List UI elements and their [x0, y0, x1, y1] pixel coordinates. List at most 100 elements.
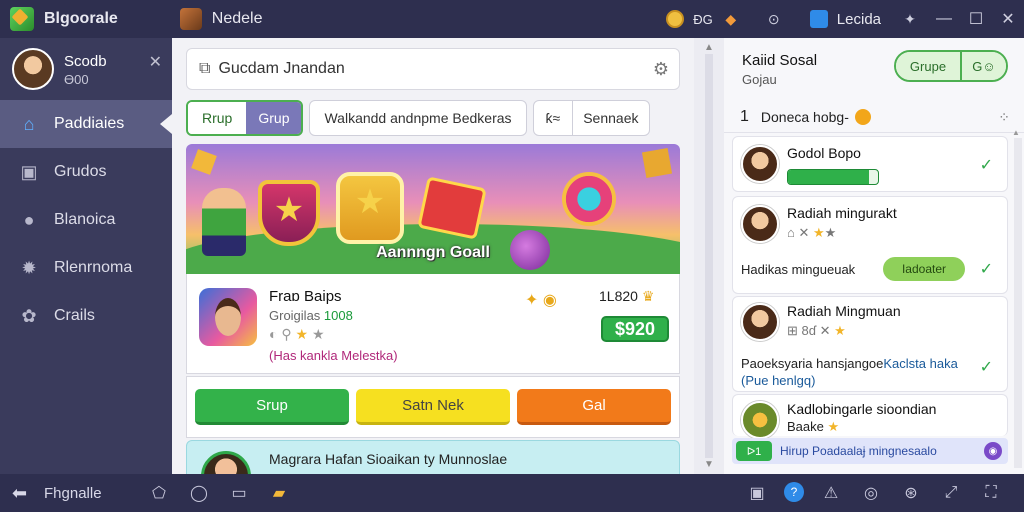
promo-banner[interactable]: Aannngn Goall: [186, 144, 680, 274]
check-icon[interactable]: ✓: [980, 357, 993, 377]
diamond-icon[interactable]: ◆: [720, 8, 742, 30]
close-icon[interactable]: ✕: [992, 0, 1024, 38]
back-label[interactable]: Fhgnalle: [44, 485, 102, 502]
avatar: [741, 401, 779, 439]
chip-toggle[interactable]: Rrup Grup: [186, 100, 304, 136]
sidebar-item-paddiaies[interactable]: ⌂ Paddiaies: [0, 100, 172, 148]
avatar[interactable]: [12, 48, 54, 90]
tab2-title[interactable]: Lecida: [837, 11, 881, 28]
chat-icon: ●: [23, 209, 35, 230]
rocket-icon: [562, 172, 616, 226]
image-icon: ⧉: [199, 60, 211, 77]
info-icon[interactable]: ◉: [984, 442, 1002, 460]
gear-icon[interactable]: ⚙: [653, 59, 669, 80]
price-button[interactable]: $920: [601, 316, 669, 342]
chip-split[interactable]: ƙ≈ Sennaek: [532, 100, 650, 136]
back-icon[interactable]: ⬅: [12, 483, 36, 504]
game-thumbnail[interactable]: [199, 288, 257, 346]
panel-scrollbar[interactable]: ▲: [1012, 128, 1022, 468]
promo-text: Magrara Hafan Sioaikan ty Munnoslae: [269, 451, 508, 467]
fullscreen-icon[interactable]: ⛶: [978, 482, 1004, 504]
panel-subtitle: Gojau: [742, 72, 777, 87]
screen-icon[interactable]: ▣: [744, 482, 770, 504]
minimize-icon[interactable]: —: [928, 0, 960, 38]
list-item[interactable]: Radiah mingurakt ⌂ ✕ ★★ Hadikas mingueua…: [732, 196, 1008, 294]
title-bar: Blgoorale Nedele ÐG ◆ ⊙ Lecida ✦ — ☐ ✕: [0, 0, 1024, 38]
item-name: Kadlobingarle sioondian: [787, 401, 937, 417]
scroll-down-icon[interactable]: ▼: [694, 459, 724, 470]
list-item[interactable]: Godol Bopo ✓: [732, 136, 1008, 192]
footer-tag[interactable]: ᐅ1: [736, 441, 772, 461]
chip-split-icon: ƙ≈: [534, 101, 574, 135]
check-icon[interactable]: ✓: [980, 155, 993, 175]
banner-label: Aannngn Goall: [376, 244, 490, 261]
group-toggle[interactable]: Grupe G ☺: [894, 50, 1008, 82]
options-icon[interactable]: ⁘: [998, 109, 1010, 126]
sidebar-item-rlenrnoma[interactable]: ✹ Rlenrnoma: [0, 244, 172, 292]
scroll-up-icon[interactable]: ▲: [694, 42, 724, 53]
header-text: Doneca hobg-: [760, 109, 849, 125]
item-name: Radiah Mingmuan: [787, 303, 901, 319]
list-item[interactable]: Radiah Mingmuan ⊞ 8ɗ ✕ ★ Paoeksyaria han…: [732, 296, 1008, 392]
help-icon[interactable]: ?: [784, 482, 804, 502]
cube-icon: [191, 149, 217, 175]
maximize-icon[interactable]: ☐: [960, 0, 992, 38]
sidebar-item-label: Grudos: [54, 163, 107, 180]
blue-square-icon[interactable]: [808, 8, 830, 30]
status-pill[interactable]: Iadoater: [883, 257, 965, 281]
sidebar-item-crails[interactable]: ✿ Crails: [0, 292, 172, 340]
chip-grup[interactable]: Grup: [246, 102, 302, 134]
resize-icon[interactable]: ⤢: [938, 482, 964, 504]
coin-icon[interactable]: [664, 8, 686, 30]
sidebar-item-label: Paddiaies: [54, 115, 125, 132]
promo-card[interactable]: Magrara Hafan Sioaikan ty Munnoslae: [186, 440, 680, 474]
home-icon: ⌂: [23, 113, 35, 134]
chip-wide[interactable]: Walkandd andnpme Bedkeras: [309, 100, 527, 136]
game-tab-title[interactable]: Nedele: [212, 10, 263, 28]
close-icon[interactable]: ✕: [149, 52, 162, 72]
folder-icon[interactable]: ▭: [226, 482, 252, 504]
sidebar: Scodb Ɵ00 ✕ ⌂ Paddiaies ▣ Grudos ● Blano…: [0, 38, 172, 474]
group-button[interactable]: Grupe: [896, 52, 962, 80]
satn-nek-button[interactable]: Satn Nek: [356, 389, 510, 425]
chip-rrup[interactable]: Rrup: [188, 102, 247, 134]
smile-icon: [854, 109, 871, 125]
settings-icon[interactable]: ⊛: [898, 482, 924, 504]
scroll-up-icon[interactable]: ▲: [1012, 128, 1020, 137]
coin-text: ÐG: [693, 11, 713, 27]
list-item[interactable]: Kadlobingarle sioondian Baake ★: [732, 394, 1008, 439]
profile[interactable]: Scodb Ɵ00 ✕: [0, 38, 172, 100]
puzzle-icon[interactable]: ✦: [899, 8, 921, 30]
srup-button[interactable]: Srup: [195, 389, 349, 425]
cube-icon: [641, 147, 673, 179]
scrollbar[interactable]: ▲ ▼: [694, 38, 724, 474]
sidebar-item-grudos[interactable]: ▣ Grudos: [0, 148, 172, 196]
check-icon[interactable]: ✓: [980, 259, 993, 279]
shape-icon[interactable]: ⬠: [146, 482, 172, 504]
avatar: [201, 451, 251, 474]
bee-icon: ✦ ◉: [525, 292, 557, 309]
document-icon[interactable]: ▰: [266, 482, 292, 504]
footer-text: Hirup Poadaalaɉ mingnesaalo: [780, 444, 937, 458]
settings-icon[interactable]: ⊙: [763, 8, 785, 30]
game-sub-value: 1008: [323, 308, 353, 323]
star-icon: ★: [295, 326, 309, 342]
app-title: Blgoorale: [44, 10, 118, 27]
warning-icon[interactable]: ⚠: [818, 482, 844, 504]
search-bar[interactable]: ⧉ Gucdam Jnandan ⚙: [186, 48, 680, 90]
circle-icon[interactable]: ◯: [186, 482, 212, 504]
progress-fill: [788, 170, 869, 184]
sidebar-item-blanoica[interactable]: ● Blanoica: [0, 196, 172, 244]
game-title: Fraɒ Baips: [269, 288, 342, 305]
gal-button[interactable]: Gal: [517, 389, 671, 425]
footer-banner[interactable]: ᐅ1 Hirup Poadaalaɉ mingnesaalo ◉: [732, 438, 1008, 464]
filter-chips: Rrup Grup Walkandd andnpme Bedkeras ƙ≈ S…: [186, 100, 680, 136]
game-rating: ◐ ⚲ ★ ★: [269, 326, 325, 342]
game-tab-icon[interactable]: [179, 8, 202, 30]
group-avatar-button[interactable]: G ☺: [962, 52, 1006, 80]
game-card[interactable]: Fraɒ Baips Groigilas 1008 ◐ ⚲ ★ ★ (Has k…: [186, 274, 680, 374]
scroll-track[interactable]: [705, 54, 713, 458]
main-content: ⧉ Gucdam Jnandan ⚙ Rrup Grup Walkandd an…: [172, 38, 694, 474]
search-input[interactable]: Gucdam Jnandan: [218, 60, 344, 78]
record-icon[interactable]: ◎: [858, 482, 884, 504]
